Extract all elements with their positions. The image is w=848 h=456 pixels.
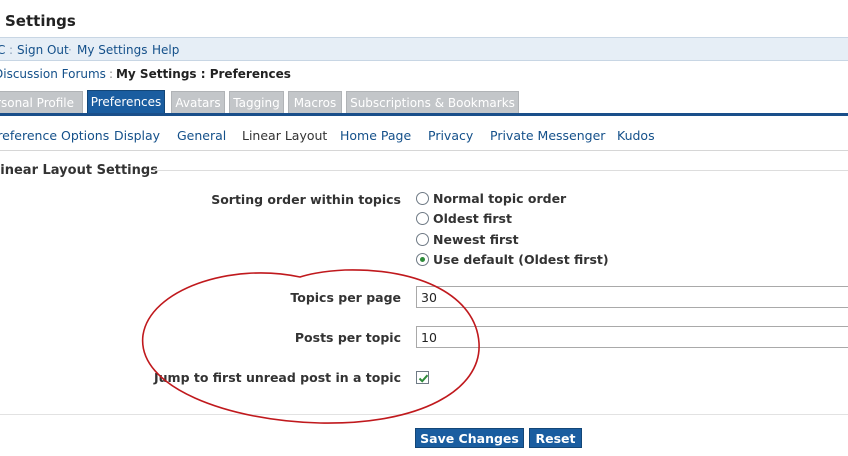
topics-per-page-label: Topics per page — [290, 290, 401, 305]
sorting-option-default[interactable]: Use default (Oldest first) — [416, 250, 609, 268]
tab-preferences[interactable]: Preferences — [87, 90, 165, 113]
save-changes-button[interactable]: Save Changes — [415, 428, 524, 448]
sign-out-link[interactable]: Sign Out — [17, 43, 69, 57]
jump-unread-label: Jump to first unread post in a topic — [154, 370, 401, 385]
radio-label: Oldest first — [433, 210, 512, 226]
radio-label: Use default (Oldest first) — [433, 251, 609, 267]
breadcrumb-discussion-forums[interactable]: Discussion Forums — [0, 67, 106, 81]
userbar-separator: : — [9, 43, 14, 57]
topics-per-page-input[interactable] — [416, 286, 848, 308]
user-link[interactable]: C — [0, 43, 5, 57]
radio-label: Newest first — [433, 231, 519, 247]
sorting-option-normal[interactable]: Normal topic order — [416, 189, 566, 207]
userbar-separator: · — [143, 43, 147, 57]
subnav-home-page[interactable]: Home Page — [340, 128, 411, 143]
radio-normal-topic-order[interactable] — [416, 191, 429, 205]
tab-macros[interactable]: Macros — [288, 91, 342, 113]
sorting-order-label: Sorting order within topics — [211, 192, 401, 207]
radio-use-default[interactable] — [416, 252, 429, 266]
tab-tagging[interactable]: Tagging — [229, 91, 284, 113]
settings-tab-bar: Personal Profile Preferences Avatars Tag… — [0, 90, 848, 116]
help-link[interactable]: Help — [152, 43, 179, 57]
tab-personal-profile[interactable]: Personal Profile — [0, 91, 83, 113]
jump-unread-checkbox[interactable] — [416, 371, 429, 384]
subnav-private-messenger[interactable]: Private Messenger — [490, 128, 605, 143]
section-title: Linear Layout Settings — [0, 163, 158, 178]
subnav-general[interactable]: General — [177, 128, 226, 143]
radio-label: Normal topic order — [433, 190, 567, 206]
subnav-kudos[interactable]: Kudos — [617, 128, 655, 143]
preferences-subnav: Preference Options Display General Linea… — [0, 127, 848, 151]
userbar-separator: · — [68, 43, 72, 57]
page-title: Settings — [5, 12, 76, 30]
breadcrumb: Discussion Forums: My Settings : Preferen… — [0, 67, 291, 81]
tab-avatars[interactable]: Avatars — [171, 91, 225, 113]
subnav-display[interactable]: Display — [114, 128, 160, 143]
radio-newest-first[interactable] — [416, 232, 429, 246]
tab-subscriptions-bookmarks[interactable]: Subscriptions & Bookmarks — [346, 91, 519, 113]
form-divider — [0, 414, 848, 415]
section-divider — [152, 170, 848, 171]
subnav-privacy[interactable]: Privacy — [428, 128, 473, 143]
subnav-linear-layout[interactable]: Linear Layout — [242, 128, 327, 143]
checkmark-icon — [418, 374, 429, 383]
user-bar: C : Sign Out · My Settings · Help — [0, 37, 848, 61]
breadcrumb-current: My Settings : Preferences — [115, 67, 291, 81]
breadcrumb-separator: : — [108, 67, 113, 81]
radio-oldest-first[interactable] — [416, 211, 429, 225]
reset-button[interactable]: Reset — [529, 428, 582, 448]
subnav-preference-options[interactable]: Preference Options — [0, 128, 109, 143]
posts-per-topic-label: Posts per topic — [294, 330, 401, 345]
sorting-option-oldest[interactable]: Oldest first — [416, 209, 512, 227]
my-settings-link[interactable]: My Settings — [77, 43, 148, 57]
posts-per-topic-input[interactable] — [416, 326, 848, 348]
sorting-option-newest[interactable]: Newest first — [416, 230, 519, 248]
